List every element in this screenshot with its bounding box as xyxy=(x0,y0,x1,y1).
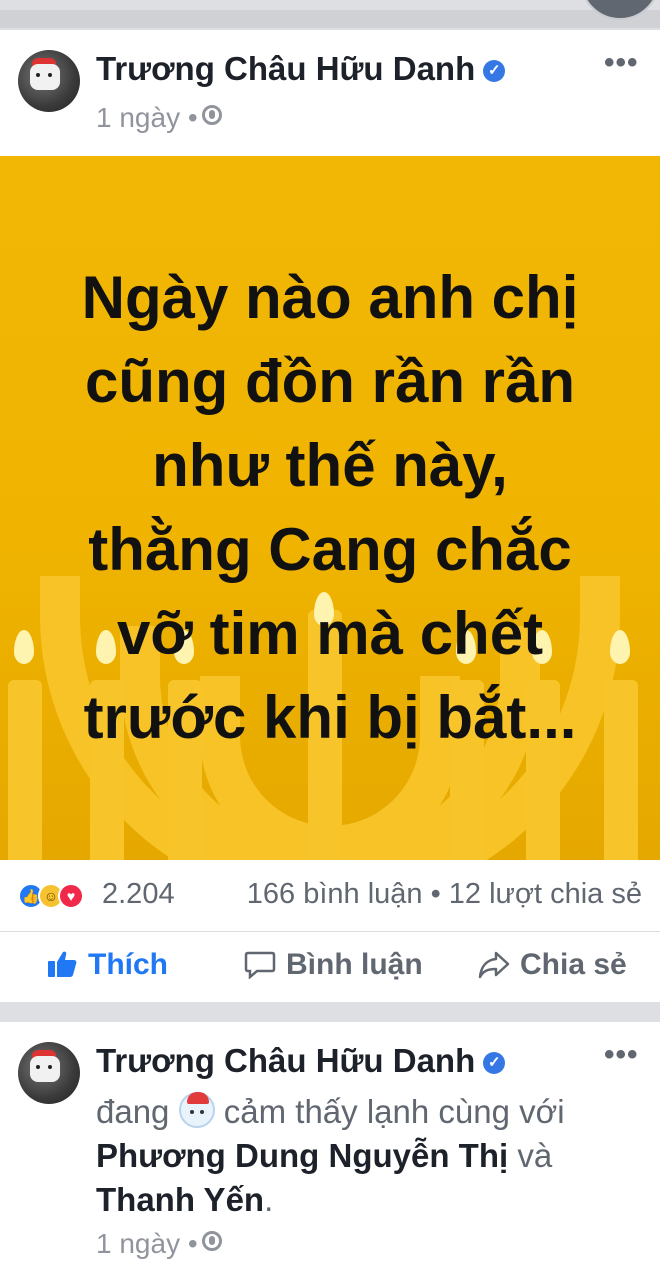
more-options-button[interactable]: ••• xyxy=(604,1038,639,1072)
post-meta: 1 ngày • xyxy=(96,102,222,134)
post-author[interactable]: Trương Châu Hữu Danh ✓ xyxy=(96,1042,506,1080)
feed-post: Trương Châu Hữu Danh ✓ ••• đang cảm thấy … xyxy=(0,1022,660,1268)
and-text: và xyxy=(517,1137,553,1174)
tagged-friend-link[interactable]: Phương Dung Nguyễn Thị xyxy=(96,1137,508,1174)
quote-line: như thế này, xyxy=(152,432,508,499)
cold-face-emoji xyxy=(178,1092,215,1128)
post-quote-text: Ngày nào anh chị cũng đồn rần rần như th… xyxy=(0,256,660,760)
reaction-count[interactable]: 2.204 xyxy=(102,878,175,911)
author-name[interactable]: Trương Châu Hữu Danh xyxy=(96,1042,475,1079)
comment-button[interactable]: Bình luận xyxy=(244,948,423,982)
verified-badge-icon: ✓ xyxy=(483,1052,506,1074)
avatar[interactable] xyxy=(18,50,80,112)
comment-label: Bình luận xyxy=(286,948,423,981)
quote-line: cũng đồn rần rần xyxy=(84,348,576,415)
love-reaction-icon: ♥ xyxy=(58,883,84,909)
share-arrow-icon xyxy=(478,951,510,979)
meta-separator: • xyxy=(187,1228,198,1259)
meta-separator: • xyxy=(187,102,198,133)
post-actions: Thích Bình luận Chia sẻ xyxy=(0,932,660,1002)
tagged-friend-link[interactable]: Thanh Yến xyxy=(96,1181,264,1218)
post-time[interactable]: 1 ngày xyxy=(96,102,180,133)
feed-top-strip xyxy=(0,0,660,28)
reaction-icons[interactable]: 👍 ☺ ♥ xyxy=(18,883,96,909)
status-prefix: đang xyxy=(96,1093,170,1130)
quote-line: thằng Cang chắc xyxy=(88,516,572,583)
quote-line: vỡ tim mà chết xyxy=(116,600,544,667)
verified-badge-icon: ✓ xyxy=(483,60,506,82)
comment-bubble-icon xyxy=(244,951,276,979)
status-period: . xyxy=(264,1181,274,1218)
avatar-face xyxy=(30,64,60,90)
status-text: đang cảm thấy lạnh cùng với Phương Dung … xyxy=(96,1090,636,1222)
avatar-face xyxy=(30,1056,60,1082)
quote-line: Ngày nào anh chị xyxy=(81,264,579,331)
globe-icon xyxy=(201,1231,222,1251)
more-options-button[interactable]: ••• xyxy=(604,46,639,80)
share-button[interactable]: Chia sẻ xyxy=(478,948,627,982)
post-image[interactable]: Ngày nào anh chị cũng đồn rần rần như th… xyxy=(0,156,660,860)
share-label: Chia sẻ xyxy=(520,948,627,981)
like-label: Thích xyxy=(88,948,168,981)
quote-line: trước khi bị bắt... xyxy=(83,684,577,751)
post-author[interactable]: Trương Châu Hữu Danh ✓ xyxy=(96,50,506,88)
author-name[interactable]: Trương Châu Hữu Danh xyxy=(96,50,475,87)
globe-icon xyxy=(201,105,222,125)
post-time[interactable]: 1 ngày xyxy=(96,1228,180,1259)
feed-post: Trương Châu Hữu Danh ✓ 1 ngày • ••• Ngày … xyxy=(0,30,660,1002)
avatar[interactable] xyxy=(18,1042,80,1104)
with-text: với xyxy=(519,1093,565,1130)
thumbs-up-icon xyxy=(48,951,77,977)
feed-divider xyxy=(0,10,660,28)
comment-share-counts[interactable]: 166 bình luận • 12 lượt chia sẻ xyxy=(247,878,642,911)
like-button[interactable]: Thích xyxy=(46,948,168,982)
post-meta: 1 ngày • xyxy=(96,1228,222,1260)
feeling-text[interactable]: cảm thấy lạnh cùng xyxy=(224,1093,510,1130)
post-stats: 👍 ☺ ♥ 2.204 166 bình luận • 12 lượt chia… xyxy=(0,860,660,932)
